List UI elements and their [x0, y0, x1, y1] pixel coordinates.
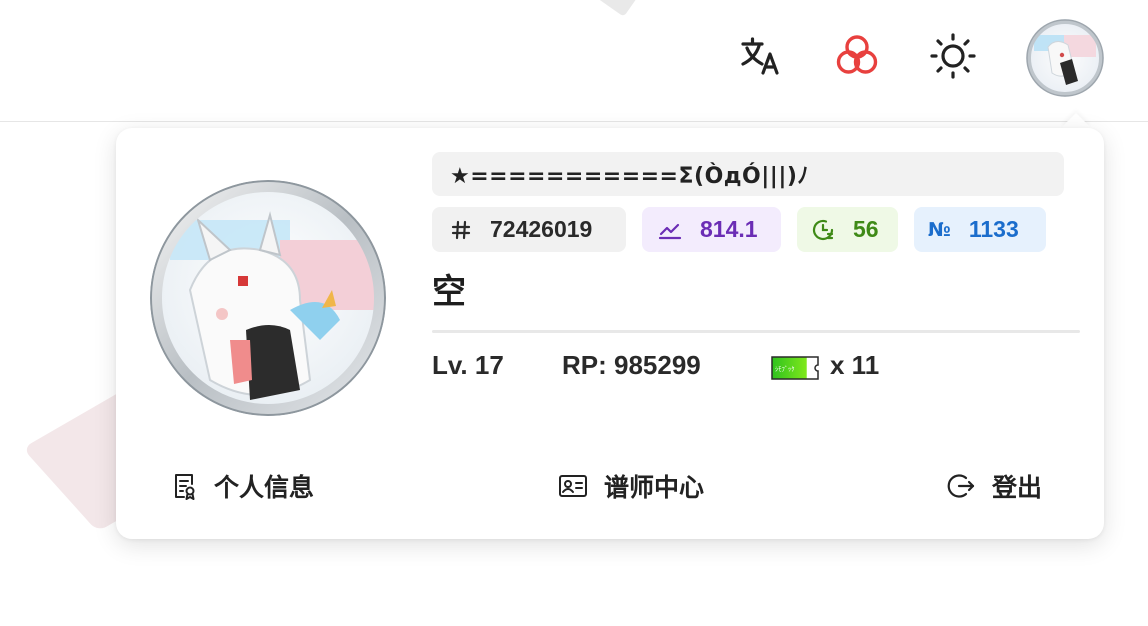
- ticket-count: x 11: [830, 350, 880, 380]
- profile-menu-item[interactable]: 个人信息: [172, 468, 314, 504]
- hash-icon: [450, 219, 472, 241]
- logout-icon: [946, 472, 976, 500]
- id-card-icon: [558, 474, 588, 498]
- color-circles-icon: [833, 32, 881, 80]
- level: Lv. 17: [432, 350, 504, 380]
- play-count-value: 56: [853, 216, 879, 242]
- user-avatar: [150, 180, 386, 416]
- ticket-text: ｼﾓﾌﾞｯｸ: [775, 365, 795, 373]
- language-button[interactable]: [732, 28, 788, 84]
- history-clock-icon: [811, 218, 835, 242]
- trend-icon: [658, 219, 682, 241]
- translate-icon: [738, 34, 782, 78]
- divider: [432, 330, 1080, 333]
- profile-label: 个人信息: [214, 473, 315, 502]
- ticket-icon: ｼﾓﾌﾞｯｸ: [771, 356, 819, 380]
- rank-badge[interactable]: № 1133: [914, 207, 1046, 252]
- profile-document-icon: [172, 472, 198, 500]
- theme-color-button[interactable]: [829, 28, 885, 84]
- mapper-center-menu-item[interactable]: 谱师中心: [558, 468, 704, 504]
- mapper-center-label: 谱师中心: [604, 473, 705, 502]
- user-nickname: ★===========Σ(ÒдÓ|||)ﾉ: [432, 152, 1064, 196]
- header-avatar[interactable]: [1026, 19, 1104, 97]
- rank-value: 1133: [968, 216, 1019, 242]
- rating-value: 814.1: [700, 216, 758, 242]
- logout-label: 登出: [992, 473, 1043, 502]
- brightness-button[interactable]: [925, 28, 981, 84]
- numero-icon: №: [928, 218, 951, 241]
- play-count-badge[interactable]: 56: [797, 207, 898, 252]
- user-id-value: 72426019: [490, 216, 593, 242]
- rp-score: RP: 985299: [562, 350, 701, 380]
- logout-menu-item[interactable]: 登出: [946, 468, 1042, 504]
- user-id-badge[interactable]: 72426019: [432, 207, 626, 252]
- username: 空: [432, 272, 466, 312]
- top-header: [0, 0, 1148, 122]
- user-dropdown-panel: ★===========Σ(ÒдÓ|||)ﾉ 72426019 814.1 56…: [116, 128, 1104, 539]
- sun-icon: [928, 31, 978, 81]
- rating-badge[interactable]: 814.1: [642, 207, 781, 252]
